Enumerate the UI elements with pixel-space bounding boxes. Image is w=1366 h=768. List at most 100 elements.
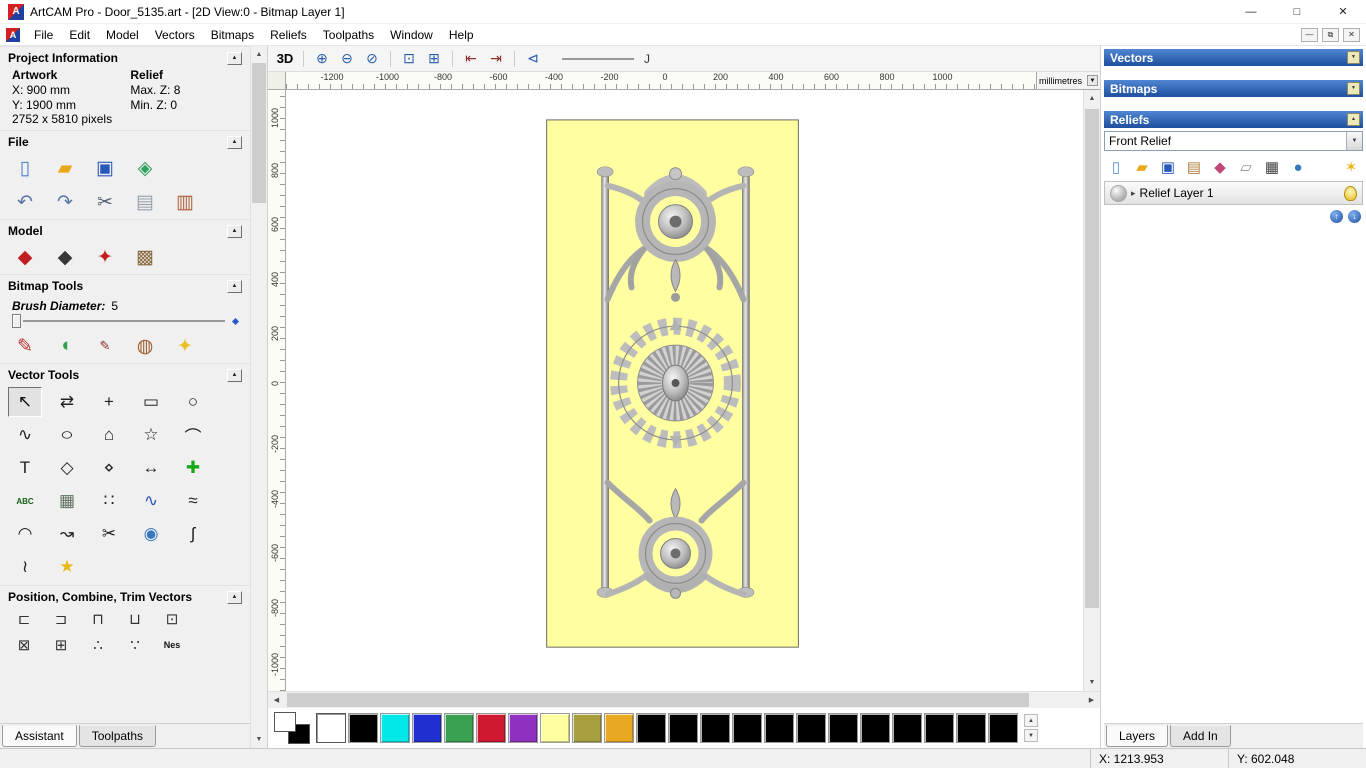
create-circle-icon[interactable]: ○ xyxy=(176,387,210,417)
relief-selector-dropdown[interactable]: Front Relief ▼ xyxy=(1104,131,1363,151)
menu-vectors[interactable]: Vectors xyxy=(147,25,203,45)
previous-view-icon[interactable]: ⇤ xyxy=(460,49,482,69)
palette-swatch[interactable] xyxy=(604,713,634,743)
save-model-icon[interactable]: ▣ xyxy=(92,155,118,181)
palette-swatch[interactable] xyxy=(444,713,474,743)
scrollbar-thumb[interactable] xyxy=(287,693,1030,707)
expand-bitmaps-icon[interactable]: ▼ xyxy=(1347,82,1360,95)
reliefs-section-header[interactable]: Reliefs ▲ xyxy=(1104,111,1363,128)
nest-vectors-icon[interactable]: Nes xyxy=(160,640,184,650)
create-text-icon[interactable]: T xyxy=(8,453,42,483)
mdi-close-button[interactable]: ✕ xyxy=(1343,27,1360,42)
scroll-down-icon[interactable]: ▼ xyxy=(251,731,267,748)
canvas-2d-view[interactable] xyxy=(286,90,1083,691)
palette-swatch[interactable] xyxy=(668,713,698,743)
duplicate-layer-icon[interactable]: ▤ xyxy=(1184,157,1204,177)
zoom-scale-icon[interactable]: ⊘ xyxy=(361,49,383,69)
distort-vectors-icon[interactable]: ≀ xyxy=(8,552,42,582)
palette-scrollbar[interactable]: ▲ ▼ xyxy=(1024,714,1038,742)
palette-swatch[interactable] xyxy=(348,713,378,743)
menu-toolpaths[interactable]: Toolpaths xyxy=(315,25,382,45)
bitmaps-section-header[interactable]: Bitmaps ▼ xyxy=(1104,80,1363,97)
relief-layer-row[interactable]: ▸ Relief Layer 1 xyxy=(1104,181,1363,205)
node-editing-icon[interactable]: + xyxy=(92,387,126,417)
menu-model[interactable]: Model xyxy=(98,25,147,45)
create-rectangle-icon[interactable]: ▭ xyxy=(134,387,168,417)
units-dropdown[interactable]: millimetres ▼ xyxy=(1036,72,1100,89)
layer-visibility-bulb-icon[interactable] xyxy=(1344,185,1357,201)
colour-palette-icon[interactable]: ◍ xyxy=(132,333,158,359)
align-centre-icon[interactable]: ⊡ xyxy=(160,610,184,628)
align-bottom-icon[interactable]: ⊔ xyxy=(123,610,147,628)
scroll-up-icon[interactable]: ▲ xyxy=(251,46,267,63)
collapse-icon[interactable]: ▲ xyxy=(227,51,242,65)
create-polygon-icon[interactable]: ⌂ xyxy=(92,420,126,450)
extrude-tool-icon[interactable]: ◉ xyxy=(134,519,168,549)
mdi-restore-button[interactable]: ⧉ xyxy=(1322,27,1339,42)
palette-swatch[interactable] xyxy=(508,713,538,743)
scroll-left-icon[interactable]: ◀ xyxy=(268,692,285,708)
chevron-down-icon[interactable]: ▼ xyxy=(1087,75,1098,86)
group-vectors-icon[interactable]: ⊠ xyxy=(12,636,36,654)
draw-icon[interactable]: ✎ xyxy=(92,333,118,359)
mdi-minimize-button[interactable]: — xyxy=(1301,27,1318,42)
brush-diameter-slider[interactable] xyxy=(0,313,250,329)
primary-secondary-colours[interactable] xyxy=(274,712,312,744)
wrap-text-icon[interactable]: ▦ xyxy=(50,486,84,516)
palette-swatch[interactable] xyxy=(828,713,858,743)
slider-thumb[interactable] xyxy=(12,314,21,328)
palette-swatch[interactable] xyxy=(764,713,794,743)
palette-swatch[interactable] xyxy=(860,713,890,743)
paint-selected-colour-icon[interactable]: ◖ xyxy=(52,333,78,359)
palette-swatch[interactable] xyxy=(732,713,762,743)
wand-tool-icon[interactable]: ★ xyxy=(50,552,84,582)
import-model-icon[interactable]: ◈ xyxy=(132,155,158,181)
visibility-bulb-icon[interactable]: ✶ xyxy=(1341,157,1361,177)
palette-swatch[interactable] xyxy=(956,713,986,743)
move-layer-down-button[interactable]: ↓ xyxy=(1348,210,1361,223)
palette-swatch[interactable] xyxy=(412,713,442,743)
paste-icon[interactable]: ▤ xyxy=(132,189,158,215)
menu-bitmaps[interactable]: Bitmaps xyxy=(203,25,262,45)
redo-icon[interactable]: ↷ xyxy=(52,189,78,215)
scroll-up-icon[interactable]: ▲ xyxy=(1084,90,1100,107)
create-ellipse-icon[interactable]: ○ xyxy=(44,420,90,450)
collapse-reliefs-icon[interactable]: ▲ xyxy=(1347,113,1360,126)
expand-vectors-icon[interactable]: ▼ xyxy=(1347,51,1360,64)
palette-swatch[interactable] xyxy=(380,713,410,743)
palette-swatch[interactable] xyxy=(636,713,666,743)
blank-layer-icon[interactable]: ▱ xyxy=(1236,157,1256,177)
smooth-curve-icon[interactable]: ≈ xyxy=(176,486,210,516)
palette-swatch[interactable] xyxy=(700,713,730,743)
palette-swatch[interactable] xyxy=(892,713,922,743)
menu-file[interactable]: File xyxy=(26,25,61,45)
spline-tool-icon[interactable]: ʃ xyxy=(176,519,210,549)
palette-swatch[interactable] xyxy=(476,713,506,743)
palette-swatch[interactable] xyxy=(796,713,826,743)
sphere-preview-icon[interactable]: ● xyxy=(1288,157,1308,177)
collapse-icon[interactable]: ▲ xyxy=(227,368,242,382)
new-model-icon[interactable]: ▯ xyxy=(12,155,38,181)
scroll-down-icon[interactable]: ▼ xyxy=(1084,674,1100,691)
move-layer-up-button[interactable]: ↑ xyxy=(1330,210,1343,223)
scrollbar-track[interactable] xyxy=(251,63,267,731)
gem-tool-icon[interactable]: ◆ xyxy=(1210,157,1230,177)
view-3d-button[interactable]: 3D xyxy=(274,49,296,69)
menu-edit[interactable]: Edit xyxy=(61,25,98,45)
flood-fill-icon[interactable]: ✦ xyxy=(172,333,198,359)
scroll-up-icon[interactable]: ▲ xyxy=(1024,714,1038,727)
undo-icon[interactable]: ↶ xyxy=(12,189,38,215)
paint-brush-icon[interactable]: ✎ xyxy=(12,333,38,359)
align-right-icon[interactable]: ⊐ xyxy=(49,610,73,628)
cut-icon[interactable]: ✂ xyxy=(92,189,118,215)
transform-vectors-icon[interactable]: ⇄ xyxy=(50,387,84,417)
greyscale-view-icon[interactable]: ▦ xyxy=(1262,157,1282,177)
adjust-model-icon[interactable]: ◆ xyxy=(52,244,78,270)
measure-icon[interactable]: ↔ xyxy=(134,453,168,483)
tab-layers[interactable]: Layers xyxy=(1106,725,1169,747)
ungroup-vectors-icon[interactable]: ⊞ xyxy=(49,636,73,654)
align-top-icon[interactable]: ⊓ xyxy=(86,610,110,628)
open-relief-icon[interactable]: ▰ xyxy=(1132,157,1152,177)
align-left-icon[interactable]: ⊏ xyxy=(12,610,36,628)
create-arc-icon[interactable]: ⌒ xyxy=(176,420,210,450)
